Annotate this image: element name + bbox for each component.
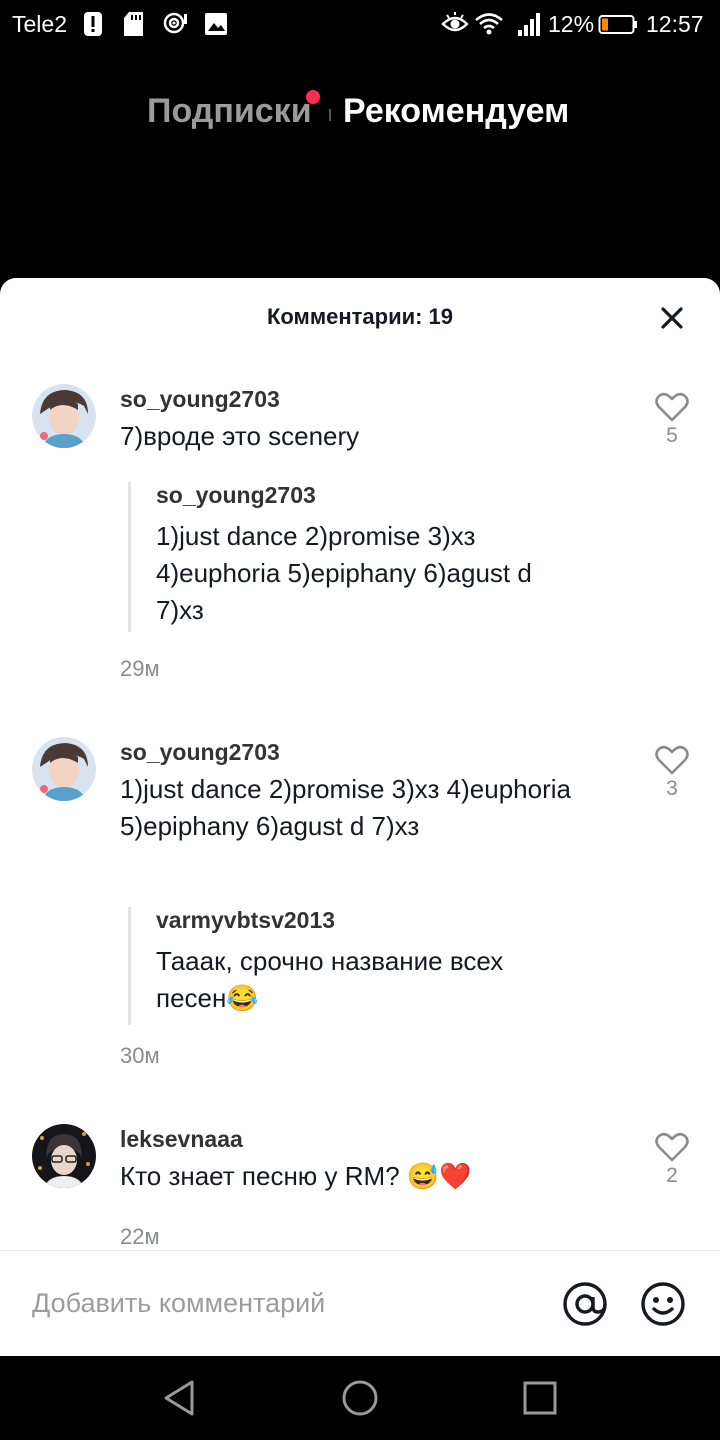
reply-username[interactable]: varmyvbtsv2013 [156,907,335,934]
signal-icon [518,13,540,36]
avatar[interactable] [32,737,96,801]
comment-item: leksevnaaa Кто знает песню у RM? 😅❤️ 22м… [0,1124,720,1254]
comment-username[interactable]: leksevnaaa [120,1126,243,1153]
reply-username[interactable]: so_young2703 [156,482,316,509]
heart-icon [655,1132,689,1162]
like-count: 3 [666,777,678,800]
tab-following[interactable]: Подписки [147,92,312,131]
comment-text: 7)вроде это scenery [120,421,360,451]
comments-sheet: Комментарии: 19 so_young2703 7)вроде это… [0,278,720,1356]
hotspot-icon [163,12,187,34]
wifi-icon [475,13,503,35]
like-button[interactable]: 5 [650,392,694,448]
comment-time: 29м [120,656,160,681]
emoji-icon[interactable] [640,1281,686,1327]
status-bar: Tele2 12% 12:57 [0,0,720,50]
avatar[interactable] [32,1124,96,1188]
home-icon[interactable] [340,1378,380,1418]
gallery-icon [205,13,227,35]
system-nav-bar [0,1356,720,1440]
back-icon[interactable] [160,1378,200,1418]
comment-text: Кто знает песню у RM? 😅❤️ [120,1161,472,1191]
like-button[interactable]: 3 [650,745,694,801]
reply-text: 1)just dance 2)promise 3)хз 4)euphoria 5… [156,521,532,625]
reply-text: Тааак, срочно название всех песен😂 [156,946,504,1013]
notification-dot [306,90,320,104]
battery-percent: 12% [548,11,595,37]
reply-quote: so_young2703 1)just dance 2)promise 3)хз… [128,482,581,632]
tab-divider [329,109,331,121]
heart-icon [655,745,689,775]
avatar[interactable] [32,384,96,448]
comment-item: so_young2703 1)just dance 2)promise 3)хз… [0,737,720,1068]
like-count: 2 [666,1164,678,1187]
comment-input[interactable] [32,1273,532,1333]
reply-quote: varmyvbtsv2013 Тааак, срочно название вс… [128,907,581,1025]
feed-tabs: Подписки Рекомендуем [0,90,720,140]
close-icon[interactable] [656,302,688,334]
recents-icon[interactable] [520,1378,560,1418]
comment-time: 22м [120,1224,160,1249]
tab-for-you[interactable]: Рекомендуем [343,92,569,131]
comment-item: so_young2703 7)вроде это scenery so_youn… [0,384,720,684]
sd-card-icon [124,12,143,36]
like-count: 5 [666,424,678,447]
clock: 12:57 [646,11,704,37]
at-icon[interactable] [562,1281,608,1327]
comment-username[interactable]: so_young2703 [120,739,280,766]
comment-text: 1)just dance 2)promise 3)хз 4)euphoria 5… [120,774,571,841]
carrier-label: Tele2 [12,11,67,37]
eye-comfort-icon [441,12,469,32]
comment-time: 30м [120,1043,160,1068]
alert-icon [84,12,102,36]
heart-icon [655,392,689,422]
battery-icon [598,15,637,34]
comments-title: Комментарии: 19 [266,304,454,329]
comment-input-bar [0,1250,720,1356]
comment-username[interactable]: so_young2703 [120,386,280,413]
like-button[interactable]: 2 [650,1132,694,1188]
